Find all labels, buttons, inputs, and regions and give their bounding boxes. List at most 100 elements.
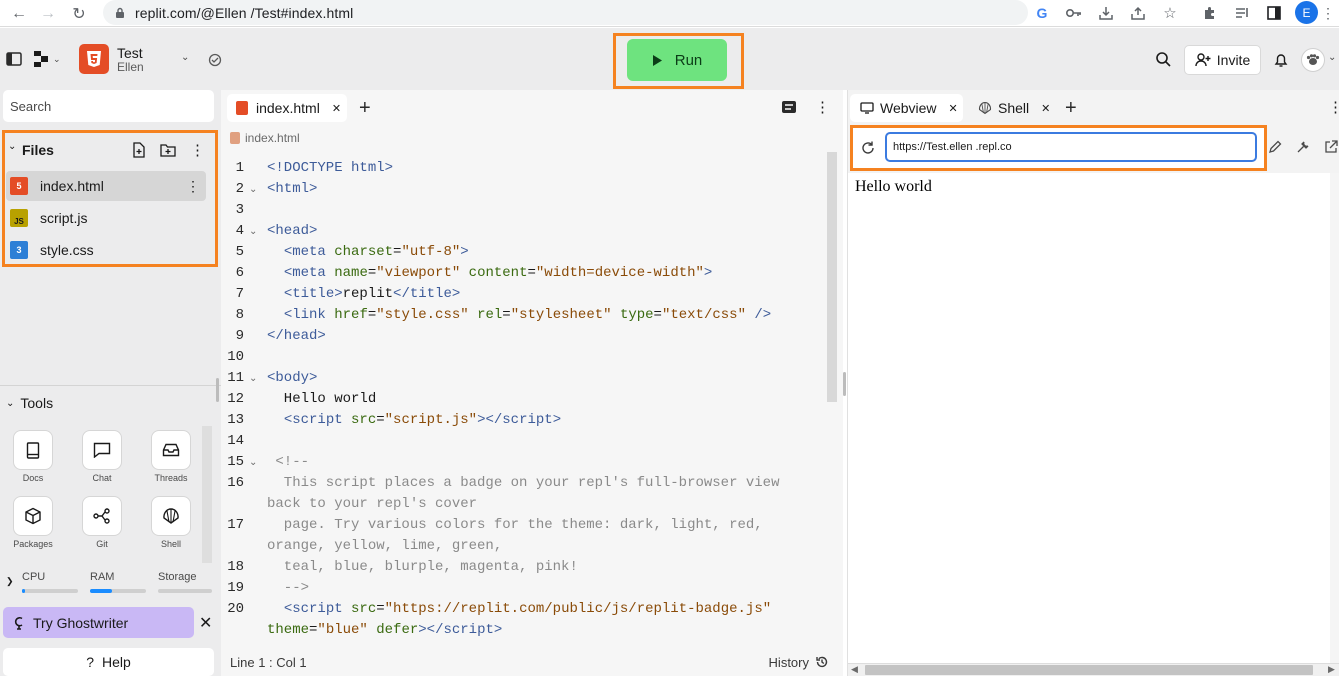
scroll-left-icon[interactable]: ◀ xyxy=(851,664,858,675)
share-icon[interactable] xyxy=(1126,2,1150,24)
history-label[interactable]: History xyxy=(769,655,809,670)
code-line[interactable]: <script src="https://replit.com/public/j… xyxy=(267,601,771,617)
code-line[interactable]: <link href="style.css" rel="stylesheet" … xyxy=(267,307,771,323)
tab-index-html[interactable]: index.html ✕ xyxy=(227,94,347,122)
editor-scrollbar[interactable] xyxy=(827,152,837,402)
fold-icon[interactable]: ⌄ xyxy=(249,226,257,237)
code-line[interactable]: back to your repl's cover xyxy=(267,496,477,512)
file-menu-icon[interactable]: ⋮ xyxy=(186,178,200,195)
bookmark-star-icon[interactable]: ☆ xyxy=(1158,2,1182,24)
side-panel-icon[interactable] xyxy=(1262,2,1286,24)
packages-tool[interactable] xyxy=(13,496,53,536)
reload-icon[interactable]: ↻ xyxy=(68,3,90,25)
ghostwriter-button[interactable]: Try Ghostwriter xyxy=(3,607,194,638)
refresh-icon[interactable] xyxy=(860,140,876,156)
forward-icon[interactable]: → xyxy=(37,3,59,25)
editor-menu-icon[interactable]: ⋮ xyxy=(815,98,830,116)
code-line[interactable]: Hello world xyxy=(267,391,376,407)
replit-menu-button[interactable]: ⌄ xyxy=(33,50,61,68)
new-file-icon[interactable] xyxy=(132,142,146,158)
fold-icon[interactable]: ⌄ xyxy=(249,184,257,195)
chevron-down-icon[interactable]: ⌄ xyxy=(8,141,16,152)
close-icon[interactable]: ✕ xyxy=(949,102,958,115)
invite-button[interactable]: Invite xyxy=(1184,45,1261,75)
webview-vscrollbar[interactable] xyxy=(1330,173,1339,663)
shell-tool[interactable] xyxy=(151,496,191,536)
history-icon[interactable] xyxy=(815,655,829,669)
code-line[interactable]: orange, yellow, lime, green, xyxy=(267,538,502,554)
scroll-right-icon[interactable]: ▶ xyxy=(1328,664,1335,675)
repl-avatar[interactable] xyxy=(79,44,109,74)
install-icon[interactable] xyxy=(1094,2,1118,24)
profile-avatar[interactable]: E xyxy=(1295,1,1318,24)
new-folder-icon[interactable] xyxy=(160,143,176,157)
cursor-position[interactable]: Line 1 : Col 1 xyxy=(230,655,307,670)
file-item[interactable]: JS script.js xyxy=(6,203,206,233)
tool-label: Git xyxy=(96,539,108,549)
format-icon[interactable] xyxy=(781,100,797,114)
code-line[interactable]: --> xyxy=(267,580,309,596)
files-menu-icon[interactable]: ⋮ xyxy=(190,141,205,159)
chevron-down-icon[interactable]: ⌄ xyxy=(181,52,189,63)
toggle-sidebar-icon[interactable] xyxy=(6,52,22,66)
google-icon[interactable]: G xyxy=(1030,2,1054,24)
chat-tool[interactable] xyxy=(82,430,122,470)
chevron-down-icon[interactable]: ⌄ xyxy=(1328,52,1336,63)
code-line[interactable]: This script places a badge on your repl'… xyxy=(267,475,780,491)
add-tab-icon[interactable]: + xyxy=(359,97,371,120)
search-icon[interactable] xyxy=(1155,51,1171,67)
files-title[interactable]: Files xyxy=(22,142,54,158)
code-line[interactable]: <head> xyxy=(267,223,317,239)
open-new-tab-icon[interactable] xyxy=(1324,140,1338,154)
close-icon[interactable]: ✕ xyxy=(332,102,341,115)
search-input[interactable]: Search xyxy=(3,90,214,122)
code-line[interactable]: <body> xyxy=(267,370,317,386)
user-avatar[interactable] xyxy=(1301,48,1325,72)
code-line[interactable]: <title>replit</title> xyxy=(267,286,460,302)
repl-title[interactable]: Test xyxy=(117,45,143,61)
bell-icon[interactable] xyxy=(1274,52,1288,68)
help-button[interactable]: ? Help xyxy=(3,648,214,676)
git-tool[interactable] xyxy=(82,496,122,536)
chevron-right-icon[interactable]: ❯ xyxy=(6,576,14,587)
code-line[interactable]: <!DOCTYPE html> xyxy=(267,160,393,176)
scrollbar-thumb[interactable] xyxy=(865,665,1313,675)
webview-url-input[interactable]: https://Test.ellen .repl.co xyxy=(885,132,1257,162)
back-icon[interactable]: ← xyxy=(8,3,30,25)
devtools-wrench-icon[interactable] xyxy=(1296,140,1310,154)
code-line[interactable]: </head> xyxy=(267,328,326,344)
code-line[interactable]: <html> xyxy=(267,181,317,197)
pane-menu-icon[interactable]: ⋮ xyxy=(1328,98,1339,116)
run-button[interactable]: Run xyxy=(627,39,727,81)
code-line[interactable]: theme="blue" defer></script> xyxy=(267,622,502,638)
tab-webview[interactable]: Webview ✕ xyxy=(850,94,963,122)
code-line[interactable]: teal, blue, blurple, magenta, pink! xyxy=(267,559,578,575)
line-number: 17 xyxy=(227,517,244,533)
file-item[interactable]: 3 style.css xyxy=(6,235,206,265)
threads-tool[interactable] xyxy=(151,430,191,470)
resize-handle[interactable] xyxy=(843,372,846,396)
code-line[interactable]: <meta charset="utf-8"> xyxy=(267,244,469,260)
add-tab-icon[interactable]: + xyxy=(1065,97,1077,120)
chrome-menu-icon[interactable]: ⋮ xyxy=(1320,2,1336,24)
reading-list-icon[interactable] xyxy=(1230,2,1254,24)
close-icon[interactable]: ✕ xyxy=(199,613,212,633)
address-bar[interactable]: replit.com/@Ellen /Test#index.html xyxy=(103,0,1028,25)
edit-pencil-icon[interactable] xyxy=(1268,140,1282,154)
docs-tool[interactable] xyxy=(13,430,53,470)
extensions-icon[interactable] xyxy=(1198,2,1222,24)
fold-icon[interactable]: ⌄ xyxy=(249,373,257,384)
tools-section-header[interactable]: ⌄ Tools xyxy=(6,395,53,411)
breadcrumb[interactable]: index.html xyxy=(230,131,300,145)
code-line[interactable]: <script src="script.js"></script> xyxy=(267,412,561,428)
key-icon[interactable] xyxy=(1062,2,1086,24)
code-line[interactable]: <!-- xyxy=(267,454,309,470)
repl-owner[interactable]: Ellen xyxy=(117,60,144,74)
tab-shell[interactable]: Shell ✕ xyxy=(970,94,1055,122)
code-line[interactable]: <meta name="viewport" content="width=dev… xyxy=(267,265,713,281)
resize-handle[interactable] xyxy=(216,378,219,402)
close-icon[interactable]: ✕ xyxy=(1041,102,1050,115)
code-line[interactable]: page. Try various colors for the theme: … xyxy=(267,517,763,533)
file-item[interactable]: 5 index.html ⋮ xyxy=(6,171,206,201)
fold-icon[interactable]: ⌄ xyxy=(249,457,257,468)
